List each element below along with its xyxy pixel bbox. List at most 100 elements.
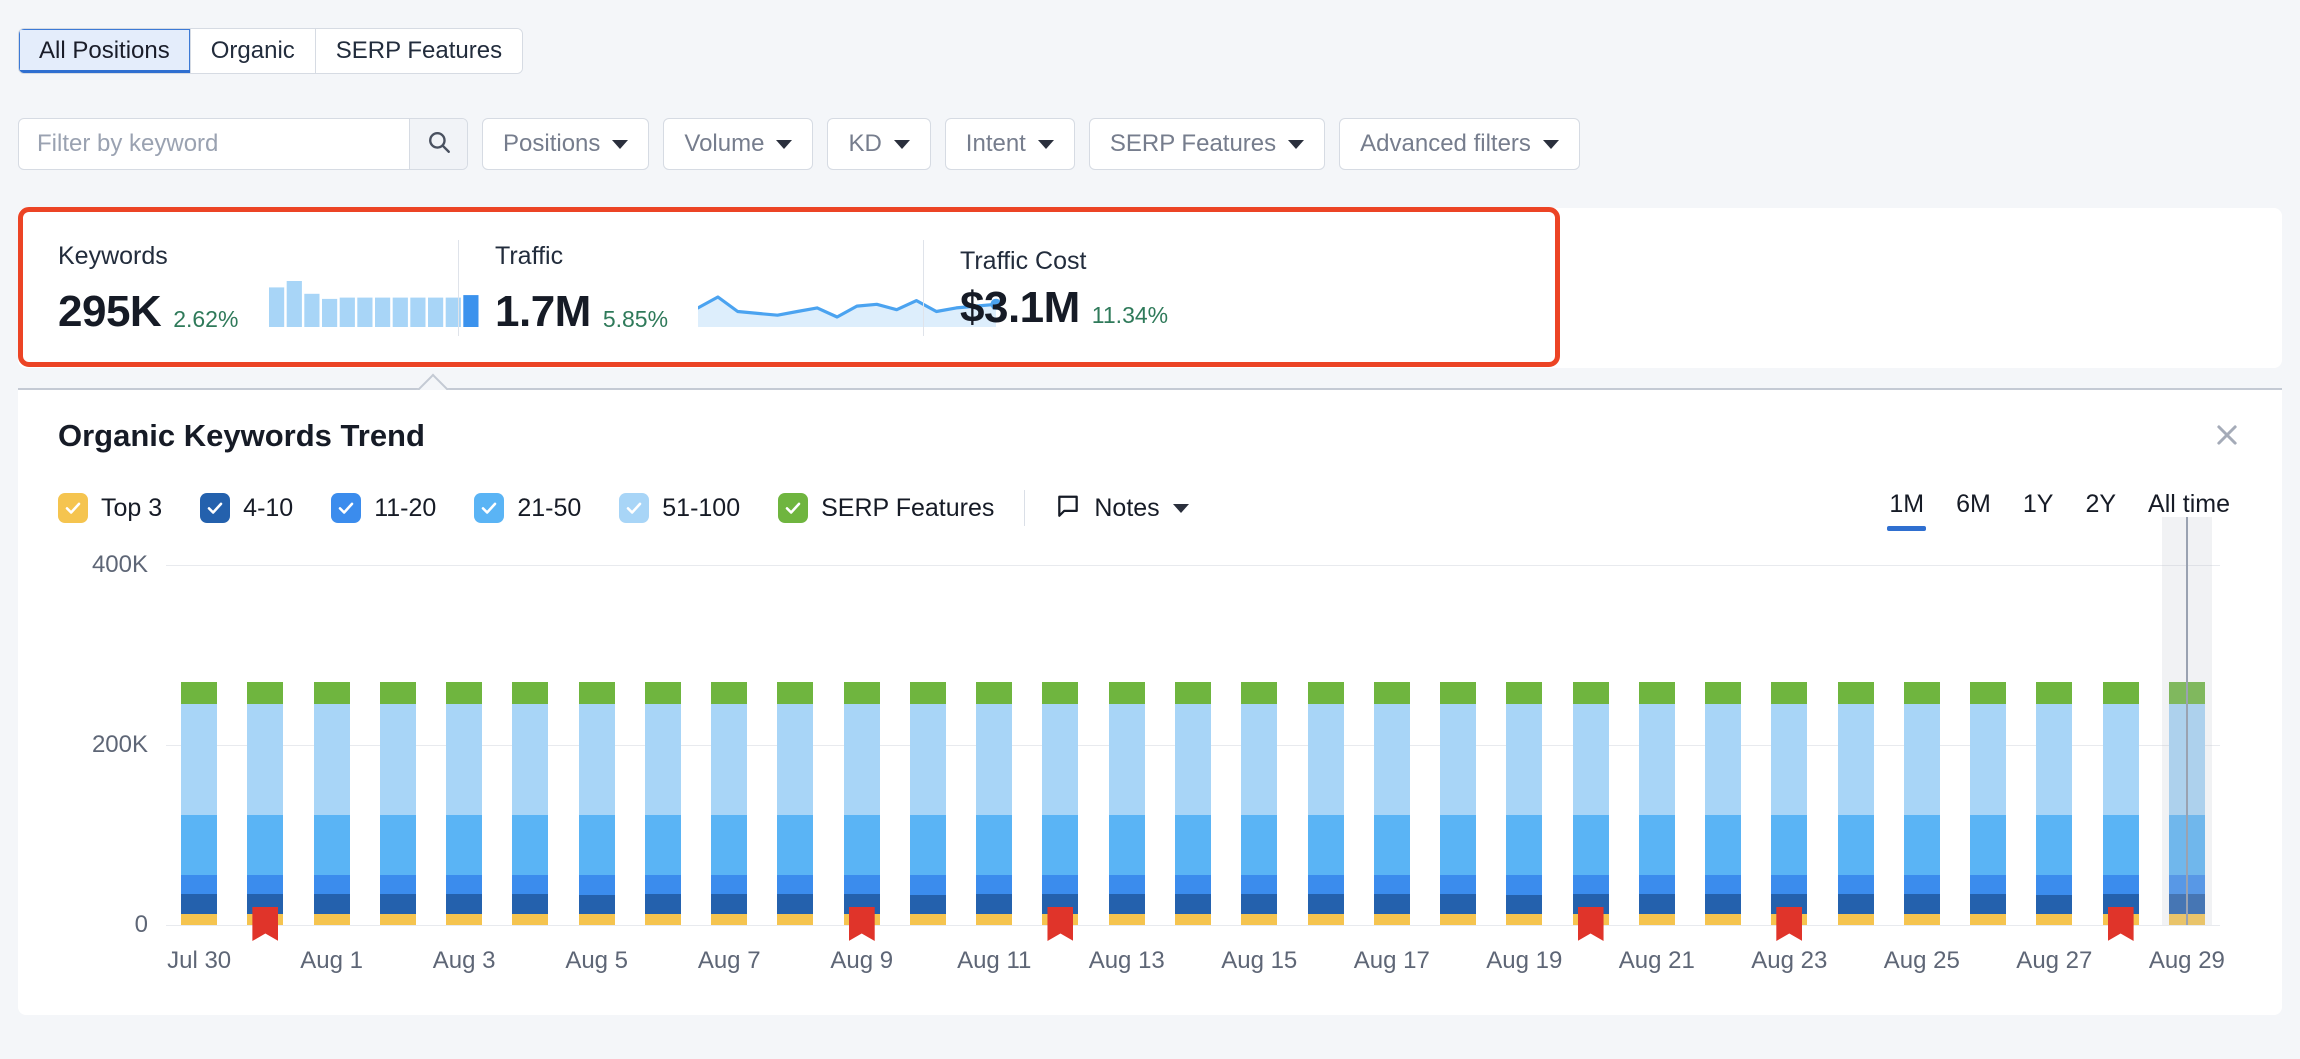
bar-segment: [2036, 704, 2072, 816]
legend-item-top-3[interactable]: Top 3: [58, 493, 162, 523]
bar-segment: [1639, 875, 1675, 895]
chart-bar[interactable]: [976, 682, 1012, 925]
tab-all-positions[interactable]: All Positions: [19, 29, 191, 73]
checkbox-21-50[interactable]: [474, 493, 504, 523]
chart-bar[interactable]: [181, 682, 217, 925]
chart-bar[interactable]: [1970, 682, 2006, 925]
legend-item-11-20[interactable]: 11-20: [331, 493, 436, 523]
filter-kd[interactable]: KD: [827, 118, 930, 170]
bar-segment: [1308, 914, 1344, 925]
chart-bar[interactable]: [1109, 682, 1145, 925]
chart-bar[interactable]: [446, 682, 482, 925]
bar-segment: [1705, 682, 1741, 704]
x-axis-tick: Aug 7: [698, 947, 761, 975]
chart-bar[interactable]: [247, 682, 283, 925]
note-marker[interactable]: [2108, 907, 2134, 941]
bar-segment: [1506, 895, 1542, 915]
y-axis-tick: 200K: [92, 731, 148, 759]
chart-bar[interactable]: [380, 682, 416, 925]
legend-item-21-50[interactable]: 21-50: [474, 493, 581, 523]
filter-positions[interactable]: Positions: [482, 118, 649, 170]
bar-segment: [380, 704, 416, 816]
bar-segment: [777, 682, 813, 704]
notes-dropdown[interactable]: Notes: [1055, 493, 1188, 524]
legend-item-51-100[interactable]: 51-100: [619, 493, 740, 523]
chart-bar[interactable]: [2103, 682, 2139, 925]
chart-bar[interactable]: [314, 682, 350, 925]
checkbox-51-100[interactable]: [619, 493, 649, 523]
chart-bar[interactable]: [1241, 682, 1277, 925]
legend-item-serp-features[interactable]: SERP Features: [778, 493, 994, 523]
chevron-down-icon: [612, 140, 628, 149]
tab-organic[interactable]: Organic: [191, 29, 316, 73]
chart-bar[interactable]: [2036, 682, 2072, 925]
chart-bar[interactable]: [1308, 682, 1344, 925]
note-marker[interactable]: [1578, 907, 1604, 941]
metric-keywords[interactable]: Keywords 295K 2.62%: [58, 242, 458, 334]
chart-bar[interactable]: [1440, 682, 1476, 925]
metric-traffic[interactable]: Traffic 1.7M 5.85%: [495, 242, 905, 334]
chart-bar[interactable]: [1573, 682, 1609, 925]
time-range-1m[interactable]: 1M: [1873, 490, 1940, 531]
note-marker[interactable]: [1776, 907, 1802, 941]
checkbox-11-20[interactable]: [331, 493, 361, 523]
filter-intent[interactable]: Intent: [945, 118, 1075, 170]
bar-segment: [446, 815, 482, 874]
bar-segment: [1175, 815, 1211, 874]
bar-segment: [579, 875, 615, 895]
filter-volume[interactable]: Volume: [663, 118, 813, 170]
bar-segment: [1042, 682, 1078, 704]
note-marker[interactable]: [1047, 907, 1073, 941]
search-icon: [426, 129, 452, 160]
chart-bar[interactable]: [645, 682, 681, 925]
chart-bar[interactable]: [777, 682, 813, 925]
bar-segment: [247, 682, 283, 704]
bar-segment: [976, 682, 1012, 704]
filter-positions-label: Positions: [503, 130, 600, 158]
bar-segment: [1109, 894, 1145, 914]
chart-bar[interactable]: [1374, 682, 1410, 925]
bar-segment: [2103, 682, 2139, 704]
chart-bar[interactable]: [1506, 682, 1542, 925]
chart-bar[interactable]: [512, 682, 548, 925]
bar-segment: [1573, 682, 1609, 704]
search-input[interactable]: [19, 119, 409, 169]
checkbox-serp-features[interactable]: [778, 493, 808, 523]
tab-serp-features[interactable]: SERP Features: [316, 29, 522, 73]
chart-bar[interactable]: [1904, 682, 1940, 925]
chart-bar[interactable]: [910, 682, 946, 925]
chart-bar[interactable]: [711, 682, 747, 925]
chart-bar[interactable]: [1175, 682, 1211, 925]
checkbox-4-10[interactable]: [200, 493, 230, 523]
metric-traffic-cost[interactable]: Traffic Cost $3.1M 11.34%: [960, 247, 1168, 330]
chart-bar[interactable]: [844, 682, 880, 925]
chart-bar[interactable]: [1705, 682, 1741, 925]
chevron-down-icon: [1038, 140, 1054, 149]
legend-item-4-10[interactable]: 4-10: [200, 493, 293, 523]
note-marker[interactable]: [252, 907, 278, 941]
note-marker[interactable]: [849, 907, 875, 941]
bar-segment: [1374, 815, 1410, 874]
chart-bar[interactable]: [1838, 682, 1874, 925]
chart-bar[interactable]: [1042, 682, 1078, 925]
bar-segment: [1639, 894, 1675, 914]
checkbox-top-3[interactable]: [58, 493, 88, 523]
bar-segment: [1374, 682, 1410, 704]
bar-segment: [1308, 704, 1344, 816]
filter-advanced[interactable]: Advanced filters: [1339, 118, 1580, 170]
time-range-6m[interactable]: 6M: [1940, 490, 2007, 531]
filter-serp-features[interactable]: SERP Features: [1089, 118, 1325, 170]
chart-bar[interactable]: [1771, 682, 1807, 925]
time-range-2y[interactable]: 2Y: [2069, 490, 2132, 531]
time-range-1y[interactable]: 1Y: [2007, 490, 2070, 531]
bar-segment: [1838, 704, 1874, 816]
bar-segment: [314, 815, 350, 874]
bar-segment: [777, 704, 813, 816]
x-axis-tick: Aug 13: [1089, 947, 1165, 975]
series-legend: Top 3 4-10 11-20 21-50 51-100: [58, 490, 1189, 526]
search-button[interactable]: [409, 119, 467, 169]
bar-segment: [1904, 894, 1940, 914]
chart-bar[interactable]: [579, 682, 615, 925]
chart-bar[interactable]: [1639, 682, 1675, 925]
close-panel-button[interactable]: [2208, 418, 2246, 456]
